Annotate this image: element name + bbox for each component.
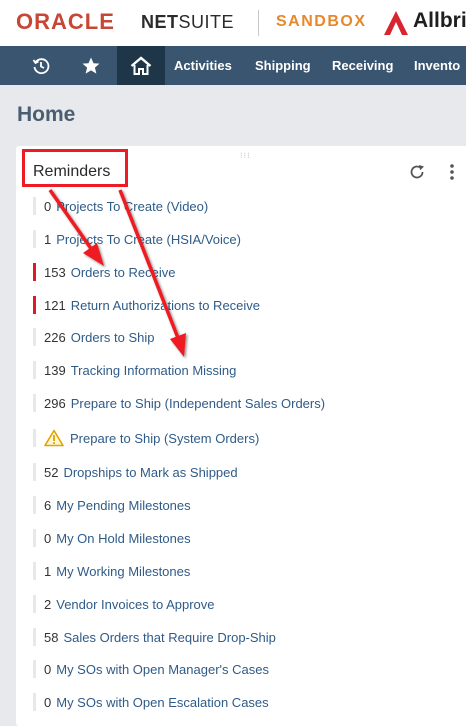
reminder-link[interactable]: My SOs with Open Manager's Cases [56,662,269,677]
main-navigation: Activities Shipping Receiving Invento [0,46,466,85]
annotation-highlight-box [22,149,128,187]
reminder-count: 1 [44,563,52,579]
reminder-item[interactable]: 1 My Working Milestones [33,561,190,581]
sandbox-badge: SANDBOX [276,13,367,30]
reminder-bar [33,230,36,248]
reminder-link[interactable]: Orders to Receive [71,265,176,280]
reminder-count: 139 [44,362,66,378]
reminder-link[interactable]: Dropships to Mark as Shipped [63,465,237,480]
refresh-icon[interactable] [408,163,426,181]
reminder-item[interactable]: 0 My SOs with Open Escalation Cases [33,692,269,712]
netsuite-logo[interactable]: NETSUITE [141,12,234,33]
netsuite-logo-bold: NET [141,12,179,32]
reminder-bar [33,361,36,379]
reminder-item[interactable]: 52 Dropships to Mark as Shipped [33,462,238,482]
reminder-bar [33,463,36,481]
reminder-alert-bar [33,296,36,314]
warning-icon [44,429,64,447]
reminder-count: 6 [44,497,52,513]
netsuite-logo-rest: SUITE [178,12,235,32]
reminder-count: 296 [44,395,66,411]
reminder-item[interactable]: Prepare to Ship (System Orders) [33,428,259,448]
reminder-count: 0 [44,661,52,677]
top-header: ORACLE NETSUITE SANDBOX Allbri [0,0,466,46]
reminder-count: 58 [44,629,59,645]
reminder-link[interactable]: Vendor Invoices to Approve [56,597,214,612]
reminder-bar [33,562,36,580]
reminder-bar [33,328,36,346]
reminder-count: 153 [44,264,66,280]
recent-records-icon[interactable] [26,46,56,85]
reminder-item[interactable]: 0 My On Hold Milestones [33,528,191,548]
reminder-item[interactable]: 226 Orders to Ship [33,327,155,347]
reminder-item[interactable]: 0 Projects To Create (Video) [33,196,208,216]
page-title: Home [17,103,76,126]
home-icon[interactable] [117,46,165,85]
reminder-count: 226 [44,329,66,345]
reminder-bar [33,693,36,711]
reminder-bar [33,660,36,678]
reminder-link[interactable]: Projects To Create (HSIA/Voice) [56,232,241,247]
nav-activities[interactable]: Activities [174,46,232,85]
reminder-link[interactable]: Projects To Create (Video) [56,199,208,214]
reminder-link[interactable]: Prepare to Ship (System Orders) [70,431,259,446]
reminder-count: 2 [44,596,52,612]
company-logo-icon [384,11,408,35]
nav-inventory[interactable]: Invento [414,46,460,85]
reminder-item[interactable]: 6 My Pending Milestones [33,495,191,515]
reminder-item[interactable]: 0 My SOs with Open Manager's Cases [33,659,269,679]
reminder-item[interactable]: 296 Prepare to Ship (Independent Sales O… [33,393,325,413]
reminder-link[interactable]: Tracking Information Missing [71,363,237,378]
reminder-count: 1 [44,231,52,247]
more-options-icon[interactable] [448,161,456,183]
reminder-bar [33,628,36,646]
company-name: Allbri [413,9,466,32]
reminder-link[interactable]: My Pending Milestones [56,498,190,513]
reminder-link[interactable]: Orders to Ship [71,330,155,345]
reminder-bar [33,394,36,412]
logo-divider [258,10,259,36]
reminder-bar [33,429,36,447]
reminder-link[interactable]: Return Authorizations to Receive [71,298,260,313]
reminder-link[interactable]: Sales Orders that Require Drop-Ship [63,630,275,645]
reminder-link[interactable]: Prepare to Ship (Independent Sales Order… [71,396,325,411]
reminder-item[interactable]: 153 Orders to Receive [33,262,175,282]
reminder-link[interactable]: My On Hold Milestones [56,531,190,546]
reminder-bar [33,197,36,215]
nav-shipping[interactable]: Shipping [255,46,311,85]
reminder-count: 0 [44,198,52,214]
reminder-alert-bar [33,263,36,281]
reminder-count: 0 [44,530,52,546]
reminder-bar [33,529,36,547]
reminder-link[interactable]: My Working Milestones [56,564,190,579]
oracle-logo[interactable]: ORACLE [16,9,115,35]
nav-receiving[interactable]: Receiving [332,46,393,85]
reminder-item[interactable]: 58 Sales Orders that Require Drop-Ship [33,627,276,647]
reminder-count: 52 [44,464,59,480]
favorites-star-icon[interactable] [77,46,105,85]
drag-handle-icon[interactable]: ⁝⁝⁝ [240,151,251,160]
reminder-link[interactable]: My SOs with Open Escalation Cases [56,695,268,710]
reminder-bar [33,595,36,613]
reminder-count: 0 [44,694,52,710]
reminder-bar [33,496,36,514]
reminder-count: 121 [44,297,66,313]
reminder-item[interactable]: 1 Projects To Create (HSIA/Voice) [33,229,241,249]
reminder-item[interactable]: 139 Tracking Information Missing [33,360,236,380]
reminder-item[interactable]: 2 Vendor Invoices to Approve [33,594,215,614]
reminder-item[interactable]: 121 Return Authorizations to Receive [33,295,260,315]
